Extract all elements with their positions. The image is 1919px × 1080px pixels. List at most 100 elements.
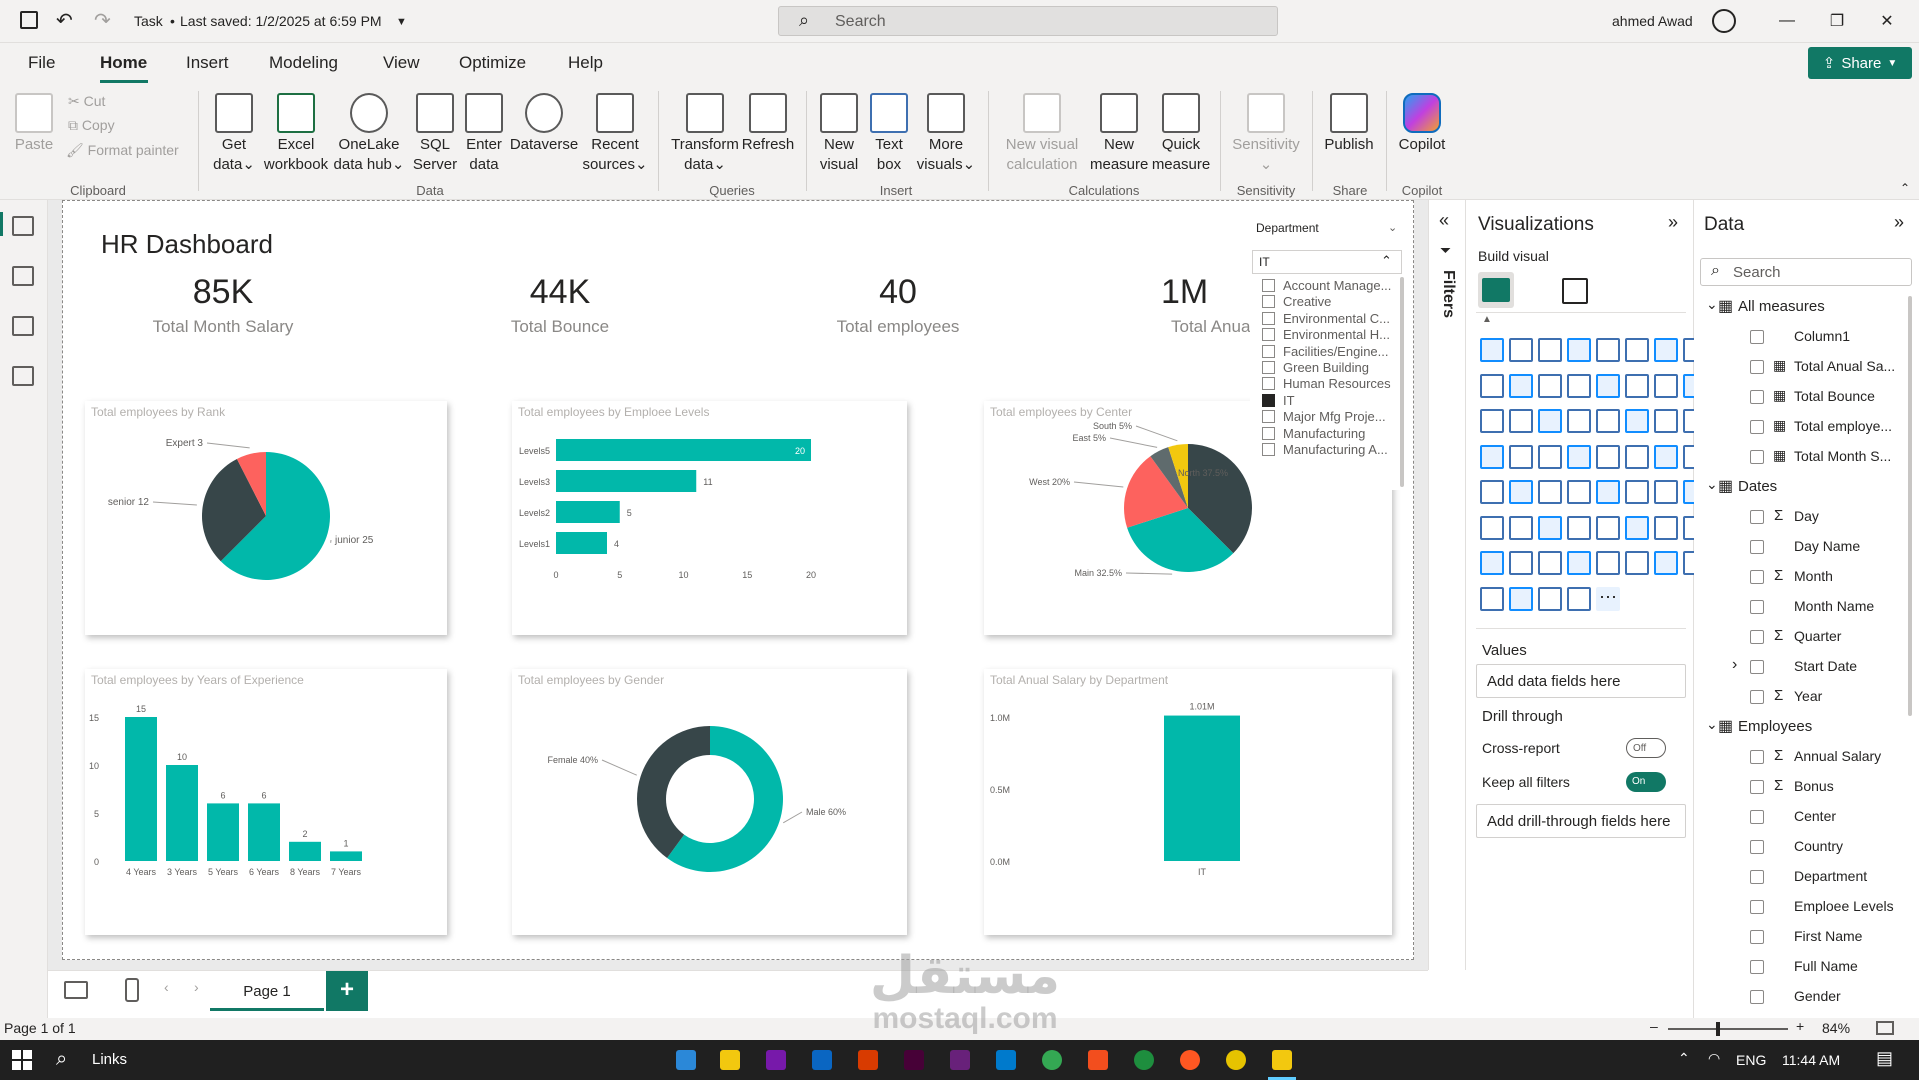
linkedin-icon[interactable] [812, 1050, 832, 1070]
field-name[interactable]: Country [1794, 838, 1843, 854]
visual-visual-icon[interactable] [1567, 586, 1591, 611]
chart-gender-donut[interactable]: Total employees by Gender Male 60% Female… [512, 669, 907, 935]
redo-icon[interactable]: ↷ [94, 8, 111, 33]
format-painter-button[interactable]: 🖌 Format painter [66, 142, 179, 159]
checkbox[interactable] [1262, 328, 1275, 342]
dataverse-button[interactable]: Dataverse [508, 93, 580, 155]
cross-report-toggle[interactable]: Off [1626, 738, 1666, 758]
field-name[interactable]: Quarter [1794, 628, 1841, 644]
visual-visual-icon[interactable] [1654, 515, 1678, 540]
adobe-xd-icon[interactable] [904, 1050, 924, 1070]
visual-visual-icon[interactable] [1538, 551, 1562, 575]
keep-filters-toggle[interactable]: On [1626, 772, 1666, 792]
add-page-button[interactable]: + [326, 971, 368, 1011]
minimize-icon[interactable]: — [1772, 8, 1802, 34]
chevron-down-icon[interactable]: ⌄ [1706, 716, 1718, 733]
enter-data-button[interactable]: Enter data [462, 93, 506, 175]
user-name[interactable]: ahmed Awad [1612, 13, 1693, 29]
data-search-input[interactable]: ⌕ Search [1700, 258, 1912, 286]
menu-view[interactable]: View [383, 53, 420, 73]
visual-visual-icon[interactable] [1509, 551, 1533, 575]
quick-measure-button[interactable]: Quick measure [1150, 93, 1212, 175]
field-checkbox[interactable] [1750, 360, 1764, 374]
power-automate-visual-icon[interactable] [1625, 480, 1649, 504]
dax-query-view-icon[interactable] [12, 366, 34, 386]
table-name[interactable]: Dates [1738, 478, 1777, 495]
visual-visual-icon[interactable] [1567, 551, 1591, 575]
checkbox[interactable] [1262, 279, 1275, 292]
menu-file[interactable]: File [28, 53, 55, 73]
azure-map-visual-icon[interactable] [1596, 409, 1620, 433]
matrix-visual-icon[interactable] [1567, 444, 1591, 469]
chevron-down-icon[interactable]: ⌄ [1388, 221, 1397, 234]
restore-icon[interactable]: ❐ [1822, 8, 1852, 34]
visual-visual-icon[interactable] [1596, 551, 1620, 575]
stacked-area-visual-icon[interactable] [1480, 373, 1504, 398]
language-indicator[interactable]: ENG [1736, 1052, 1766, 1068]
visual-visual-icon[interactable] [1480, 586, 1504, 611]
more-visual-icon[interactable] [1567, 515, 1591, 540]
share-button[interactable]: ⇪ Share ▼ [1808, 47, 1912, 79]
field-name[interactable]: Total Anual Sa... [1794, 358, 1895, 374]
field-name[interactable]: Year [1794, 688, 1822, 704]
slicer-item[interactable]: Account Manage... [1262, 278, 1402, 293]
cut-button[interactable]: ✂ Cut [68, 93, 105, 110]
vscode-icon[interactable] [996, 1050, 1016, 1070]
chart-salary-department-bar[interactable]: Total Anual Salary by Department 0.0M 0.5… [984, 669, 1392, 935]
document-title[interactable]: Task [134, 13, 163, 29]
field-checkbox[interactable] [1750, 930, 1764, 944]
slicer-item[interactable]: Manufacturing [1262, 426, 1402, 441]
field-checkbox[interactable] [1750, 390, 1764, 404]
field-name[interactable]: Annual Salary [1794, 748, 1881, 764]
table-name[interactable]: Employees [1738, 718, 1812, 735]
field-name[interactable]: Total employe... [1794, 418, 1892, 434]
menu-optimize[interactable]: Optimize [459, 53, 526, 73]
visual-visual-icon[interactable] [1509, 586, 1533, 611]
menu-insert[interactable]: Insert [186, 53, 229, 73]
table-view-icon[interactable] [12, 266, 34, 286]
custom-4-visual-icon[interactable] [1538, 515, 1562, 540]
slicer-item[interactable]: Environmental H... [1262, 327, 1402, 342]
avatar[interactable] [1712, 9, 1736, 33]
chart-levels-bar[interactable]: Total employees by Emploee Levels Levels… [512, 401, 907, 635]
field-name[interactable]: First Name [1794, 928, 1862, 944]
field-name[interactable]: Column1 [1794, 328, 1850, 344]
sql-server-button[interactable]: SQL Server [410, 93, 460, 175]
taskbar-search-label[interactable]: Links [92, 1051, 127, 1068]
field-name[interactable]: Month Name [1794, 598, 1874, 614]
line-column-visual-icon[interactable] [1509, 373, 1533, 398]
table-name[interactable]: All measures [1738, 298, 1825, 315]
field-name[interactable]: Day [1794, 508, 1819, 524]
recent-sources-button[interactable]: Recent sources⌄ [582, 93, 648, 175]
publish-button[interactable]: Publish [1320, 93, 1378, 155]
checkbox[interactable] [1262, 377, 1275, 391]
field-checkbox[interactable] [1750, 810, 1764, 824]
chrome-icon[interactable] [1042, 1050, 1062, 1070]
ribbon-visual-icon[interactable] [1567, 373, 1591, 398]
report-view-icon[interactable] [12, 216, 34, 236]
field-checkbox[interactable] [1750, 330, 1764, 344]
power-bi-icon[interactable] [1272, 1050, 1292, 1070]
waterfall-visual-icon[interactable] [1596, 373, 1620, 398]
field-checkbox[interactable] [1750, 510, 1764, 524]
slicer-item[interactable]: Creative [1262, 294, 1402, 309]
slicer-item[interactable]: Major Mfg Proje... [1262, 409, 1402, 424]
slicer-scrollbar[interactable] [1400, 277, 1404, 487]
close-icon[interactable]: ✕ [1872, 8, 1902, 34]
fit-to-page-icon[interactable] [1876, 1021, 1894, 1035]
paste-button[interactable]: Paste [12, 93, 56, 155]
zoom-in-button[interactable]: + [1796, 1018, 1804, 1034]
checkbox[interactable] [1262, 295, 1275, 309]
field-checkbox[interactable] [1750, 780, 1764, 794]
slicer-dropdown[interactable]: IT ⌃ [1252, 250, 1402, 274]
notifications-icon[interactable]: ▤ [1876, 1048, 1893, 1069]
field-name[interactable]: Center [1794, 808, 1836, 824]
collapse-data-pane-icon[interactable]: » [1894, 212, 1904, 233]
narrative-visual-icon[interactable] [1509, 480, 1533, 504]
stacked-column-visual-icon[interactable] [1509, 338, 1533, 362]
field-name[interactable]: Department [1794, 868, 1867, 884]
slicer-item[interactable]: Human Resources [1262, 376, 1402, 391]
treemap-visual-icon[interactable] [1509, 409, 1533, 433]
taskbar-app-icon[interactable] [1226, 1050, 1246, 1070]
file-explorer-icon[interactable] [720, 1050, 740, 1070]
